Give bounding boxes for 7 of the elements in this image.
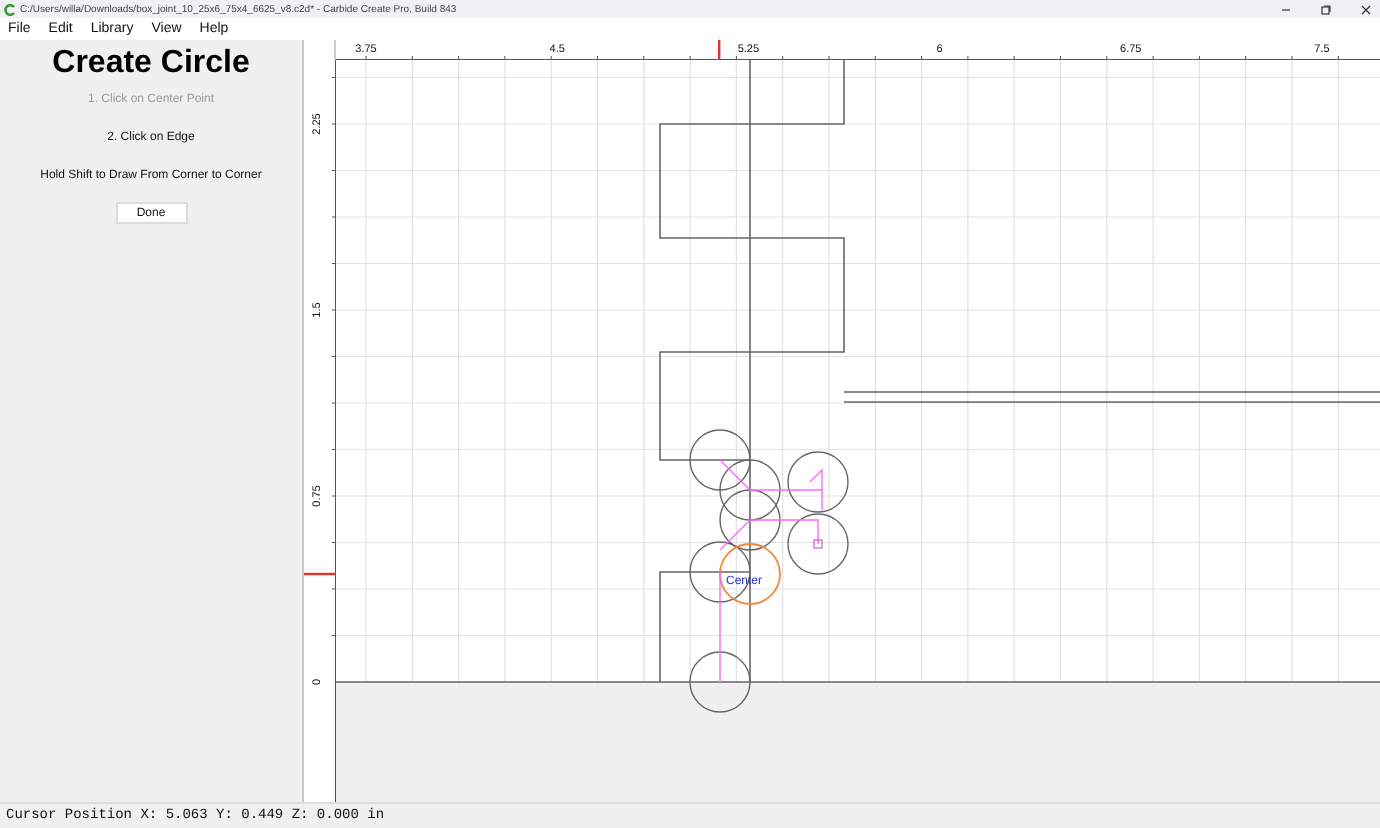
close-icon[interactable] <box>1360 3 1372 15</box>
cursor-marker <box>304 572 336 576</box>
panel-heading: Create Circle <box>52 46 250 82</box>
minimize-icon[interactable] <box>1280 3 1292 15</box>
app-logo-icon <box>4 3 16 15</box>
restore-icon[interactable] <box>1320 3 1332 15</box>
cursor-marker <box>718 40 721 60</box>
